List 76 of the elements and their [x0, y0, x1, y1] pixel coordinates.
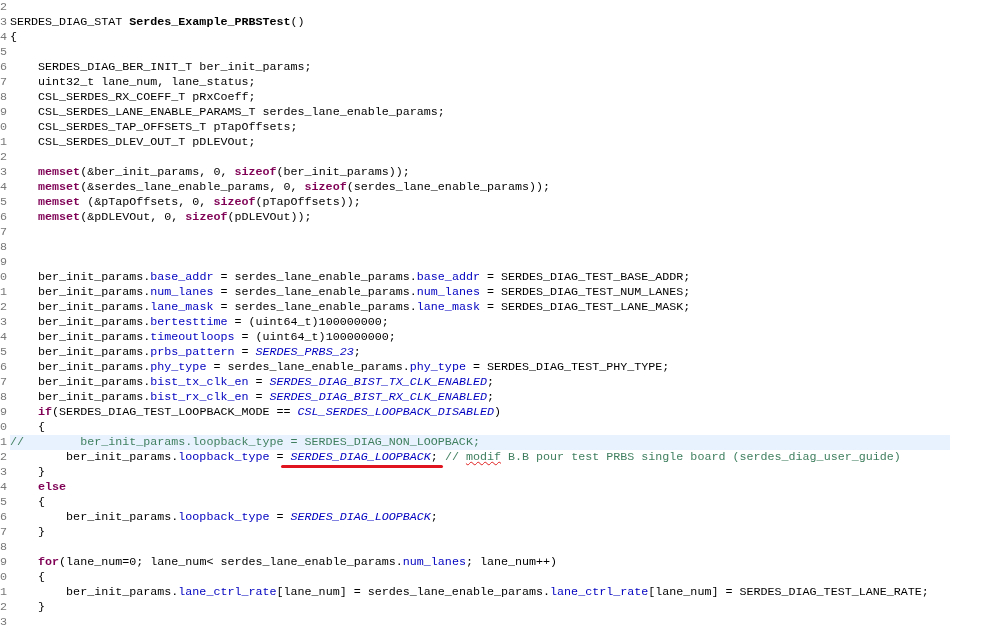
line-number: 9 — [0, 405, 8, 420]
line-number: 0 — [0, 270, 8, 285]
code-line: CSL_SERDES_RX_COEFF_T pRxCoeff; — [37, 90, 257, 105]
code-line: ber_init_params.phy_type = serdes_lane_enable_params.phy_type = SERDES_DIAG_TEST_PHY_TYPE; — [37, 360, 671, 375]
code-line: for(lane_num=0; lane_num< serdes_lane_enable_params.num_lanes; lane_num++) — [37, 555, 559, 570]
code-line: CSL_SERDES_LANE_ENABLE_PARAMS_T serdes_lane_enable_params; — [37, 105, 446, 120]
line-number: 0 — [0, 420, 8, 435]
code-line: memset (&pTapOffsets, 0, sizeof(pTapOffsets)); — [37, 195, 362, 210]
line-number: 7 — [0, 75, 8, 90]
code-line: ber_init_params.num_lanes = serdes_lane_enable_params.num_lanes = SERDES_DIAG_TEST_NUM_LANES; — [37, 285, 692, 300]
code-line: ber_init_params.bist_rx_clk_en = SERDES_DIAG_BIST_RX_CLK_ENABLED; — [37, 390, 495, 405]
line-number: 4 — [0, 330, 8, 345]
code-line: if(SERDES_DIAG_TEST_LOOPBACK_MODE == CSL_SERDES_LOOPBACK_DISABLED) — [37, 405, 502, 420]
code-line: { — [37, 570, 47, 585]
line-number: 1 — [0, 585, 8, 600]
line-number: 2 — [0, 0, 8, 15]
code-line: } — [37, 465, 47, 480]
code-line: { — [37, 495, 47, 510]
line-number: 7 — [0, 525, 8, 540]
line-number: 9 — [0, 255, 8, 270]
code-line: ber_init_params.lane_mask = serdes_lane_enable_params.lane_mask = SERDES_DIAG_TEST_LANE_MASK; — [37, 300, 692, 315]
line-number: 2 — [0, 600, 8, 615]
code-line: SERDES_DIAG_STAT Serdes_Example_PRBSTest() — [10, 15, 306, 30]
line-number: 5 — [0, 495, 8, 510]
code-line: SERDES_DIAG_BER_INIT_T ber_init_params; — [37, 60, 313, 75]
current-line-highlight: // ber_init_params.loopback_type = SERDES_DIAG_NON_LOOPBACK; — [10, 435, 950, 450]
line-number: 8 — [0, 240, 8, 255]
code-line: ber_init_params.bertesttime = (uint64_t)100000000; — [37, 315, 390, 330]
code-line: } — [37, 525, 47, 540]
line-number: 2 — [0, 150, 8, 165]
line-number: 3 — [0, 15, 8, 30]
code-line: else — [37, 480, 68, 495]
code-line: ber_init_params.bist_tx_clk_en = SERDES_DIAG_BIST_TX_CLK_ENABLED; — [37, 375, 495, 390]
line-number: 3 — [0, 615, 8, 630]
line-number: 8 — [0, 90, 8, 105]
line-number: 2 — [0, 450, 8, 465]
line-number: 0 — [0, 570, 8, 585]
code-line: ber_init_params.loopback_type = SERDES_DIAG_LOOPBACK; // modif B.B pour test PRBS single board (serdes_diag_user_guide) — [10, 450, 950, 465]
code-line: ber_init_params.prbs_pattern = SERDES_PRBS_23; — [37, 345, 362, 360]
code-line: ber_init_params.lane_ctrl_rate[lane_num] = serdes_lane_enable_params.lane_ctrl_rate[lane_num] = SERDES_DIAG_TEST_LANE_RATE; — [65, 585, 930, 600]
line-number: 9 — [0, 105, 8, 120]
line-number: 6 — [0, 510, 8, 525]
code-line: { — [37, 420, 47, 435]
code-line: ber_init_params.loopback_type = SERDES_DIAG_LOOPBACK; — [65, 510, 439, 525]
line-number: 5 — [0, 195, 8, 210]
code-line: ber_init_params.timeoutloops = (uint64_t)100000000; — [37, 330, 397, 345]
line-number: 6 — [0, 360, 8, 375]
line-number: 6 — [0, 210, 8, 225]
line-number: 4 — [0, 480, 8, 495]
line-number: 7 — [0, 225, 8, 240]
code-line: } — [37, 600, 47, 615]
line-number: 3 — [0, 315, 8, 330]
line-number: 1 — [0, 435, 8, 450]
line-number: 4 — [0, 30, 8, 45]
code-line: memset(&serdes_lane_enable_params, 0, sizeof(serdes_lane_enable_params)); — [37, 180, 552, 195]
line-number: 4 — [0, 180, 8, 195]
line-number: 5 — [0, 45, 8, 60]
line-number: 3 — [0, 465, 8, 480]
code-line: memset(&ber_init_params, 0, sizeof(ber_init_params)); — [37, 165, 411, 180]
line-number: 2 — [0, 300, 8, 315]
code-line: ber_init_params.base_addr = serdes_lane_enable_params.base_addr = SERDES_DIAG_TEST_BASE_ADDR; — [37, 270, 692, 285]
line-number: 0 — [0, 120, 8, 135]
line-number: 1 — [0, 285, 8, 300]
code-line: CSL_SERDES_DLEV_OUT_T pDLEVOut; — [37, 135, 257, 150]
line-number: 9 — [0, 555, 8, 570]
line-number: 5 — [0, 345, 8, 360]
line-number: 6 — [0, 60, 8, 75]
line-number: 8 — [0, 390, 8, 405]
line-number: 3 — [0, 165, 8, 180]
line-number: 8 — [0, 540, 8, 555]
line-number: 1 — [0, 135, 8, 150]
line-number: 7 — [0, 375, 8, 390]
code-line: { — [10, 30, 18, 45]
code-line: memset(&pDLEVOut, 0, sizeof(pDLEVOut)); — [37, 210, 313, 225]
code-line: uint32_t lane_num, lane_status; — [37, 75, 257, 90]
code-line: CSL_SERDES_TAP_OFFSETS_T pTapOffsets; — [37, 120, 299, 135]
